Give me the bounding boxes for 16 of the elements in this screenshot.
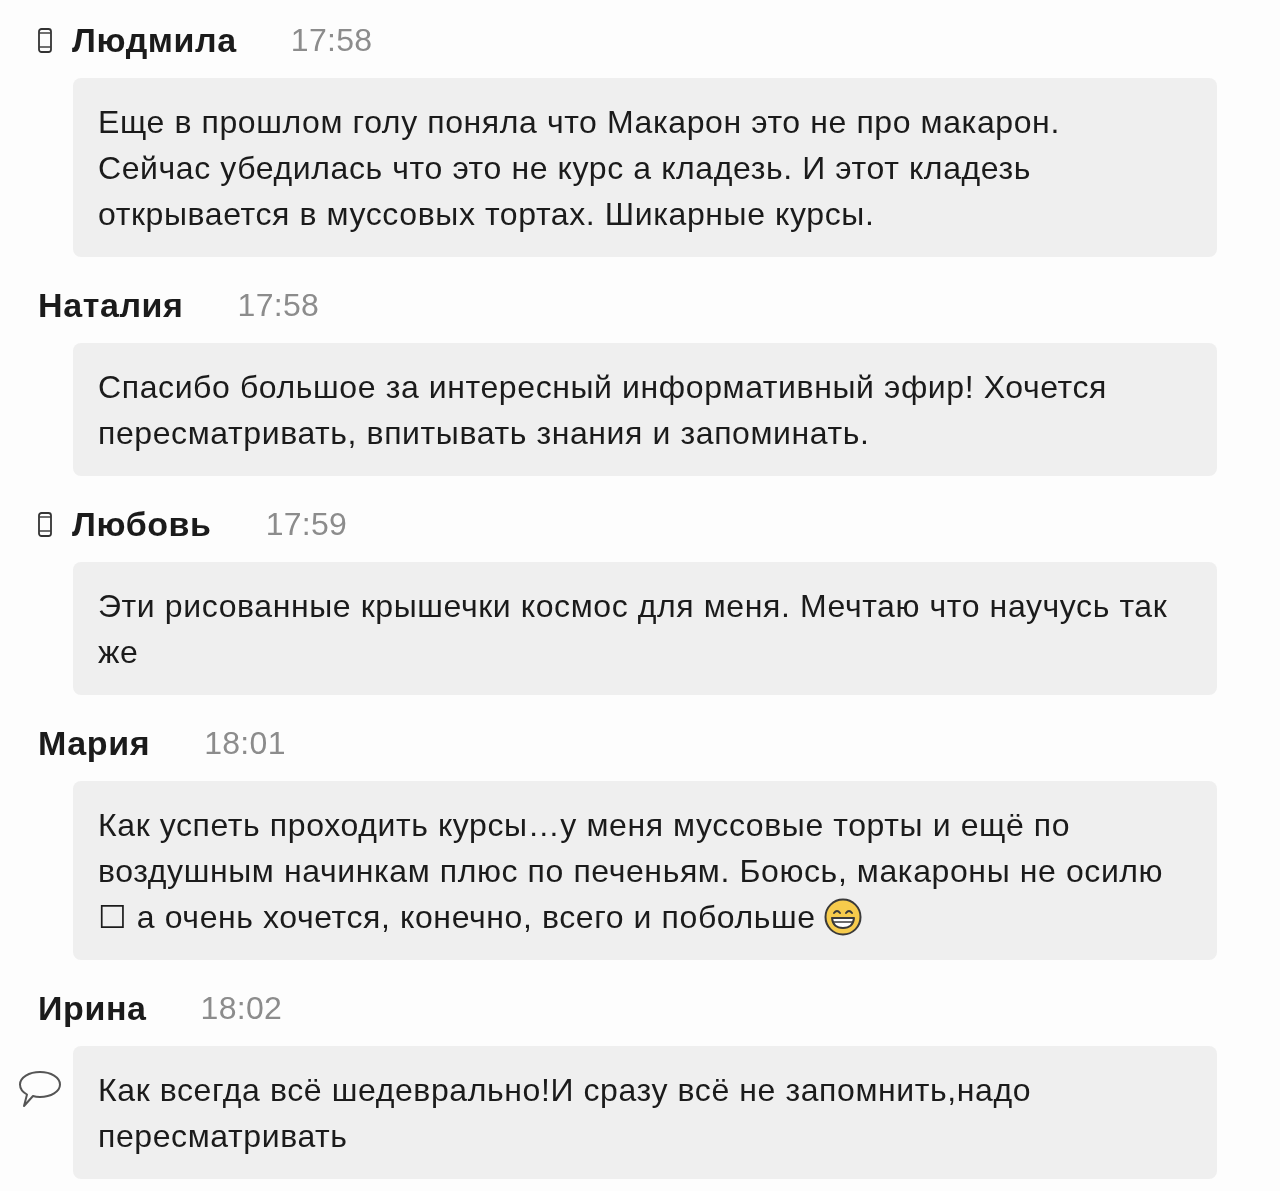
message-text: Эти рисованные крышечки космос для меня. Мечтаю что научусь так же bbox=[98, 588, 1168, 670]
timestamp: 18:02 bbox=[200, 989, 283, 1028]
message-text: Как всегда всё шедеврально!И сразу всё не запомнить,надо пересматривать bbox=[98, 1072, 1032, 1154]
author-name: Мария bbox=[38, 723, 151, 763]
author-name: Любовь bbox=[72, 504, 212, 544]
message-text: Еще в прошлом голу поняла что Макарон это не про макарон. Сейчас убедилась что это не курс а кладезь. И этот кладезь открывается в муссовых тортах. Шикарные курсы. bbox=[98, 104, 1060, 232]
author-name: Ирина bbox=[38, 988, 147, 1028]
author-name: Наталия bbox=[38, 285, 184, 325]
timestamp: 17:58 bbox=[290, 21, 373, 60]
message-text: Спасибо большое за интересный информативный эфир! Хочется пересматривать, впитывать знания и запоминать. bbox=[98, 369, 1108, 451]
timestamp: 17:58 bbox=[237, 286, 320, 325]
speech-bubble-icon[interactable] bbox=[18, 1070, 62, 1108]
message-text: Как успеть проходить курсы…у меня муссовые торты и ещё по воздушным начинкам плюс по печеньям. Боюсь, макароны не осилю ☐ а очень хочется, конечно, всего и побольше bbox=[98, 807, 1164, 935]
author-name: Людмила bbox=[72, 20, 237, 60]
timestamp: 17:59 bbox=[265, 505, 348, 544]
timestamp: 18:01 bbox=[204, 724, 286, 763]
